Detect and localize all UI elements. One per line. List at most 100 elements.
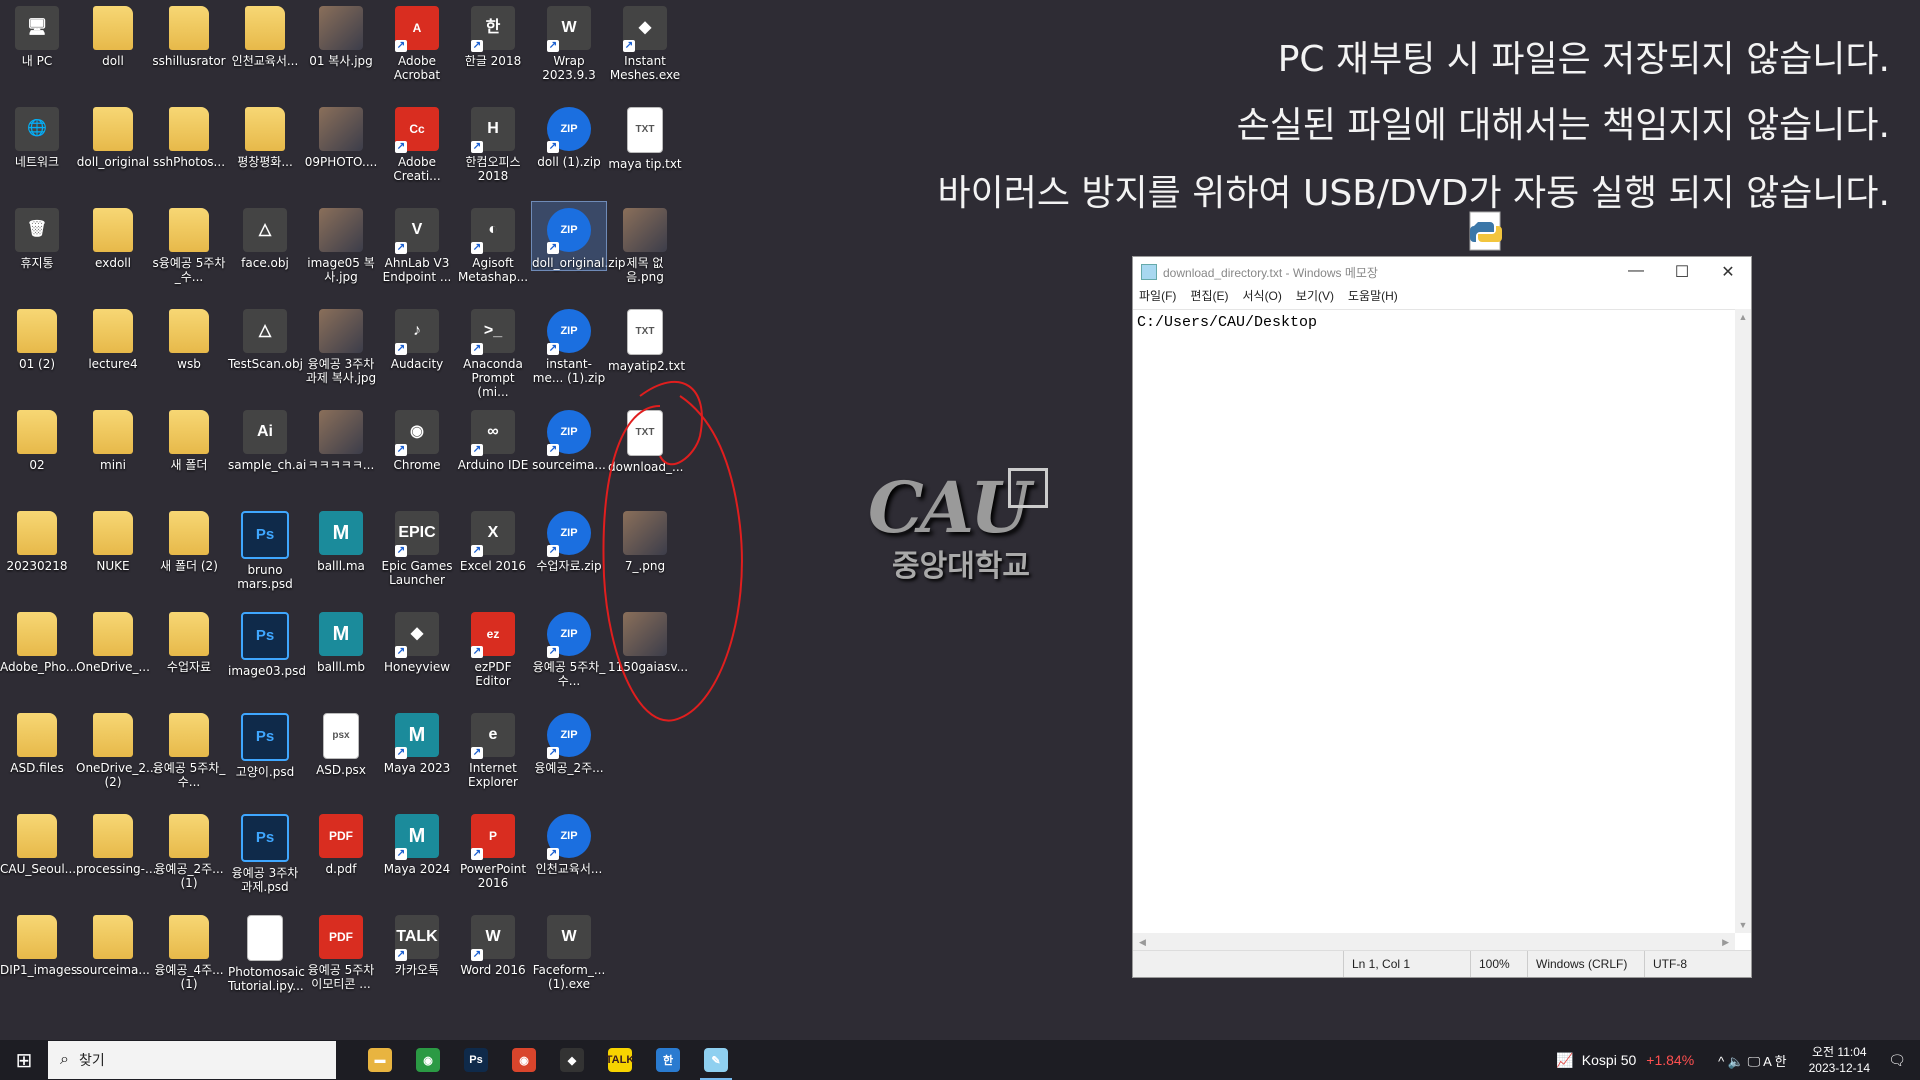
desktop-icon[interactable]: Adobe_Pho... — [0, 606, 77, 674]
desktop-icon[interactable]: 01 (2) — [0, 303, 74, 371]
taskbar-search[interactable]: ⌕ 찾기 — [48, 1041, 336, 1079]
desktop-icon[interactable]: 인천교육서... — [228, 0, 302, 68]
desktop-icon[interactable]: 융예공 3주차 과제 복사.jpg — [304, 303, 378, 385]
desktop-icon[interactable]: NUKE — [76, 505, 150, 573]
desktop-icon[interactable]: 09PHOTO.... — [304, 101, 378, 169]
desktop-icon[interactable]: WWrap 2023.9.3 — [532, 0, 606, 82]
desktop-icon[interactable]: ㅋㅋㅋㅋㅋ... — [304, 404, 378, 472]
desktop-icon[interactable]: mini — [76, 404, 150, 472]
desktop-icon[interactable]: doll — [76, 0, 150, 68]
desktop-icon[interactable]: 🌐 네트워크 — [0, 101, 74, 169]
desktop-icon[interactable]: psx ASD.psx — [304, 707, 378, 777]
desktop-icon[interactable]: ◆Instant Meshes.exe — [608, 0, 682, 82]
desktop-icon[interactable]: VAhnLab V3 Endpoint ... — [380, 202, 454, 284]
desktop-icon[interactable]: ZIP 융예공_2주... — [532, 707, 606, 775]
desktop-icon[interactable]: AAdobe Acrobat — [380, 0, 454, 82]
notepad-titlebar[interactable]: download_directory.txt - Windows 메모장 — ☐… — [1133, 257, 1751, 287]
desktop-icon[interactable]: Photomosaic Tutorial.ipy... — [228, 909, 305, 993]
desktop-icon[interactable]: OneDrive_... — [76, 606, 150, 674]
desktop-icon[interactable]: Mballl.ma — [304, 505, 378, 573]
desktop-icon[interactable]: 평창평화... — [228, 101, 302, 169]
desktop-icon[interactable]: H한컴오피스 2018 — [456, 101, 530, 183]
desktop-icon[interactable]: EPICEpic Games Launcher — [380, 505, 454, 587]
desktop-icon[interactable]: 01 복사.jpg — [304, 0, 378, 68]
desktop-icon[interactable]: 융예공_2주... (1) — [152, 808, 226, 890]
desktop-icon[interactable]: TXT mayatip2.txt — [608, 303, 685, 373]
desktop-icon[interactable]: 융예공 5주차_수... — [152, 707, 226, 789]
desktop-icon[interactable]: ZIP융예공 5주차_수... — [532, 606, 606, 688]
menu-edit[interactable]: 편집(E) — [1190, 287, 1228, 307]
desktop-icon[interactable]: >_Anaconda Prompt (mi... — [456, 303, 530, 399]
taskbar-app-file-explorer[interactable]: ▬ — [356, 1040, 404, 1080]
desktop-icon[interactable]: ◆ Honeyview — [380, 606, 454, 674]
tray-icons[interactable]: ^ 🔈 🖵 A 한 — [1718, 1051, 1786, 1070]
desktop-icon[interactable]: ZIP doll_original.zip — [531, 201, 626, 271]
scroll-up-icon[interactable]: ▲ — [1735, 309, 1751, 325]
notepad-text-area[interactable]: C:/Users/CAU/Desktop — [1133, 309, 1735, 933]
minimize-button[interactable]: — — [1613, 262, 1659, 282]
kospi-widget[interactable]: 📈 Kospi 50 +1.84% — [1556, 1052, 1694, 1069]
desktop-icon[interactable]: 제목 없음.png — [608, 202, 682, 284]
desktop-icon[interactable]: lecture4 — [76, 303, 150, 371]
desktop-icon[interactable]: Ps 융예공 3주차 과제.psd — [228, 808, 302, 894]
desktop-icon[interactable]: TXT download_... — [608, 404, 683, 474]
desktop-icon[interactable]: sshillusrator — [152, 0, 226, 68]
desktop-icon[interactable]: M Maya 2024 — [380, 808, 454, 876]
desktop-icon[interactable]: 🗑 휴지통 — [0, 202, 74, 270]
desktop-icon[interactable]: CcAdobe Creati... — [380, 101, 454, 183]
desktop-icon[interactable]: 융예공_4주... (1) — [152, 909, 226, 991]
desktop-icon[interactable]: ZIP sourceima... — [532, 404, 606, 472]
horizontal-scrollbar[interactable]: ◀ ▶ — [1133, 933, 1735, 951]
desktop-icon[interactable]: processing-... — [76, 808, 156, 876]
taskbar-app-kakaotalk[interactable]: TALK — [596, 1040, 644, 1080]
desktop-icon[interactable]: X Excel 2016 — [456, 505, 530, 573]
desktop-icon[interactable]: s융예공 5주차_수... — [152, 202, 226, 284]
maximize-button[interactable]: ☐ — [1659, 262, 1705, 282]
taskbar-app-hangul[interactable]: 한 — [644, 1040, 692, 1080]
desktop-icon[interactable]: 7_.png — [608, 505, 682, 573]
desktop-icon[interactable]: ∞ Arduino IDE — [456, 404, 530, 472]
desktop-icon[interactable]: sourceima... — [76, 909, 150, 977]
desktop-icon[interactable]: 한한글 2018 — [456, 0, 530, 68]
start-button[interactable]: ⊞ — [0, 1040, 48, 1080]
desktop-icon[interactable]: ZIP 수업자료.zip — [532, 505, 606, 573]
desktop-icon[interactable]: ezezPDF Editor — [456, 606, 530, 688]
desktop-icon[interactable]: ◉ Chrome — [380, 404, 454, 472]
desktop-icon[interactable]: 새 폴더 (2) — [152, 505, 226, 573]
taskbar-app-honeyview[interactable]: ◆ — [548, 1040, 596, 1080]
desktop-icon[interactable]: △ face.obj — [228, 202, 302, 270]
desktop-icon[interactable]: 새 폴더 — [152, 404, 226, 472]
menu-format[interactable]: 서식(O) — [1242, 287, 1281, 307]
desktop-icon[interactable]: doll_original — [76, 101, 150, 169]
desktop-icon[interactable]: Mballl.mb — [304, 606, 378, 674]
taskbar-app-chrome-2[interactable]: ◉ — [500, 1040, 548, 1080]
desktop-icon[interactable]: Ps 고양이.psd — [228, 707, 302, 779]
desktop-icon[interactable]: PDF 융예공 5주차 이모티콘 ... — [304, 909, 378, 991]
scroll-left-icon[interactable]: ◀ — [1139, 937, 1146, 948]
scroll-right-icon[interactable]: ▶ — [1722, 937, 1729, 948]
desktop-icon[interactable]: M Maya 2023 — [380, 707, 454, 775]
desktop-icon[interactable]: CAU_Seoul... — [0, 808, 76, 876]
desktop-icon[interactable]: ZIP doll (1).zip — [532, 101, 606, 169]
desktop-icon[interactable]: image05 복사.jpg — [304, 202, 378, 284]
desktop-icon[interactable]: △ TestScan.obj — [228, 303, 303, 371]
vertical-scrollbar[interactable]: ▲ ▼ — [1735, 309, 1751, 933]
desktop-icon[interactable]: ASD.files — [0, 707, 74, 775]
clock[interactable]: 오전 11:04 2023-12-14 — [1809, 1044, 1870, 1076]
desktop-icon[interactable]: TALK 카카오톡 — [380, 909, 454, 977]
close-button[interactable]: ✕ — [1705, 262, 1751, 282]
desktop-icon[interactable]: PPowerPoint 2016 — [456, 808, 530, 890]
desktop-icon[interactable]: Ps image03.psd — [228, 606, 306, 678]
menu-help[interactable]: 도움말(H) — [1348, 287, 1398, 307]
desktop-icon[interactable]: W Faceform_... (1).exe — [532, 909, 606, 991]
taskbar-app-chrome[interactable]: ◉ — [404, 1040, 452, 1080]
notepad-window[interactable]: download_directory.txt - Windows 메모장 — ☐… — [1132, 256, 1752, 978]
desktop-icon[interactable]: ZIP 인천교육서... — [532, 808, 606, 876]
scroll-down-icon[interactable]: ▼ — [1735, 917, 1751, 933]
menu-view[interactable]: 보기(V) — [1296, 287, 1334, 307]
desktop-icon[interactable]: sshPhotos... — [152, 101, 226, 169]
desktop-icon[interactable]: Ps bruno mars.psd — [228, 505, 302, 591]
desktop-icon[interactable]: ZIPinstant-me... (1).zip — [532, 303, 606, 385]
desktop-icon[interactable]: DIP1_images — [0, 909, 77, 977]
desktop-icon[interactable]: exdoll — [76, 202, 150, 270]
